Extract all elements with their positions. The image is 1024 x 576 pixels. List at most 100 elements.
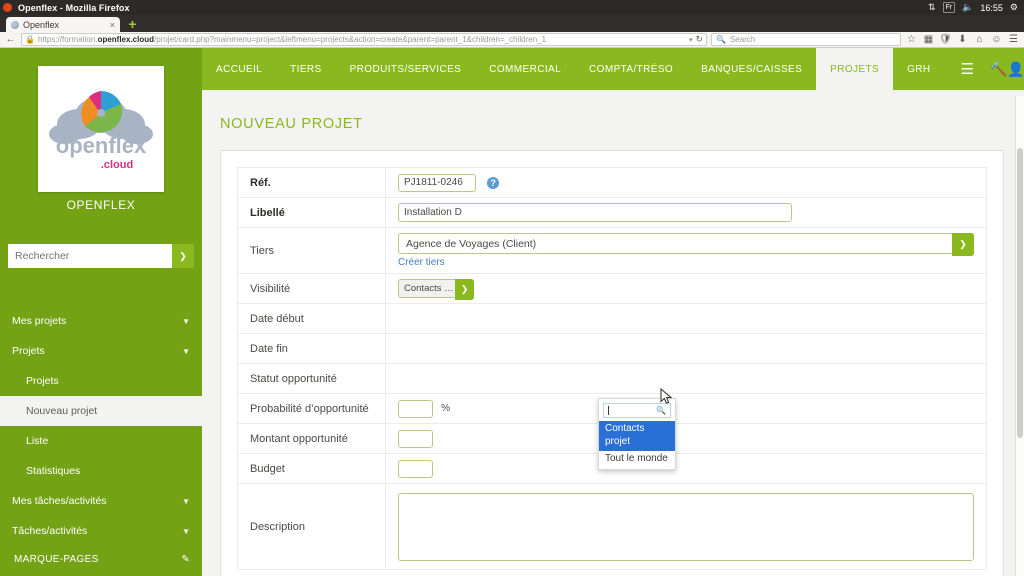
nav-item-banques-caisses[interactable]: BANQUES/CAISSES	[687, 48, 816, 90]
dropdown-option-contacts-projet[interactable]: Contacts projet	[599, 421, 675, 451]
tiers-select[interactable]: Agence de Voyages (Client) ❯	[398, 233, 974, 256]
home-icon[interactable]: ⌂	[973, 33, 986, 46]
nav-item-produits-services[interactable]: PRODUITS/SERVICES	[336, 48, 476, 90]
ref-input[interactable]: PJ1811-0246	[398, 173, 476, 192]
reload-icon[interactable]: ↻	[695, 34, 703, 45]
shield-icon[interactable]: 🛡	[939, 33, 952, 46]
reader-icon[interactable]: ▦	[922, 33, 935, 46]
dropdown-search-input[interactable]: 🔍	[603, 403, 671, 418]
sidebar-item-mes-taches[interactable]: Mes tâches/activités ▼	[0, 486, 202, 516]
sidebar-item-statistiques[interactable]: Statistiques	[0, 456, 202, 486]
close-icon[interactable]: ×	[110, 20, 115, 30]
keyboard-layout-indicator[interactable]: Fr	[942, 2, 956, 13]
nav-item-projets[interactable]: PROJETS	[816, 48, 894, 90]
field-value-statut[interactable]	[385, 363, 987, 394]
tab-title: Openflex	[23, 19, 60, 30]
probabilite-input[interactable]	[398, 399, 433, 418]
chevron-down-icon: ▼	[182, 526, 190, 536]
sidebar-bookmark-item[interactable]: liste facture client	[0, 572, 202, 576]
nav-item-accueil[interactable]: ACCUEIL	[202, 48, 276, 90]
browser-navbar: ← 🔒 https://formation.openflex.cloud/pro…	[0, 32, 1024, 48]
sidebar-item-label: Projets	[26, 375, 59, 387]
chevron-down-icon[interactable]: ❯	[455, 279, 474, 300]
table-row: Réf. PJ1811-0246 ?	[237, 167, 987, 198]
scrollbar-thumb[interactable]	[1017, 148, 1023, 438]
back-icon[interactable]: ←	[4, 33, 17, 46]
bookmarks-header-label: MARQUE-PAGES	[14, 553, 99, 565]
libelle-input[interactable]: Installation D	[398, 203, 792, 222]
budget-input[interactable]	[398, 459, 433, 478]
sidebar-item-liste[interactable]: Liste	[0, 426, 202, 456]
dropdown-option-tout-le-monde[interactable]: Tout le monde	[599, 451, 675, 469]
download-icon[interactable]: ⬇	[956, 33, 969, 46]
nav-item-tiers[interactable]: TIERS	[276, 48, 335, 90]
lock-icon: 🔒	[25, 35, 35, 44]
help-icon[interactable]: ?	[487, 176, 500, 189]
visibilite-select[interactable]: Contacts … ❯	[398, 279, 474, 300]
chevron-down-icon[interactable]: ▾	[689, 36, 693, 44]
chevron-down-icon[interactable]: ❯	[172, 244, 194, 268]
gear-icon[interactable]: ⚙	[1010, 3, 1018, 12]
ubuntu-logo-icon[interactable]	[0, 0, 14, 15]
field-label-description: Description	[237, 483, 386, 570]
sync-icon[interactable]: ☺	[990, 33, 1003, 46]
sidebar-item-label: Projets	[12, 345, 45, 357]
field-value-date-fin[interactable]	[385, 333, 987, 364]
clock[interactable]: 16:55	[980, 3, 1003, 13]
percent-label: %	[441, 403, 450, 414]
field-value-date-debut[interactable]	[385, 303, 987, 334]
field-value-visibilite: Contacts … ❯	[385, 273, 987, 304]
sidebar-item-label: Tâches/activités	[12, 525, 88, 537]
sidebar-item-nouveau-projet[interactable]: Nouveau projet	[0, 396, 202, 426]
svg-text:.cloud: .cloud	[101, 159, 133, 171]
bookmark-star-icon[interactable]: ☆	[905, 33, 918, 46]
field-label-date-debut: Date début	[237, 303, 386, 334]
nav-item-commercial[interactable]: COMMERCIAL	[475, 48, 575, 90]
tiers-select-value: Agence de Voyages (Client)	[406, 237, 537, 250]
sidebar-item-projets[interactable]: Projets	[0, 366, 202, 396]
field-value-libelle: Installation D	[385, 197, 987, 228]
sidebar-search[interactable]: ❯	[8, 244, 194, 268]
menu-icon[interactable]: ☰	[1007, 33, 1020, 46]
creer-tiers-link[interactable]: Créer tiers	[398, 257, 974, 268]
page-title: NOUVEAU PROJET	[220, 116, 363, 132]
page-viewport: openflex .cloud OPENFLEX ❯ Mes projets ▼…	[0, 48, 1024, 576]
description-textarea[interactable]	[398, 492, 974, 561]
nav-item-compta-treso[interactable]: COMPTA/TRÉSO	[575, 48, 687, 90]
table-row: Tiers Agence de Voyages (Client) ❯ Créer…	[237, 227, 987, 274]
sidebar-item-taches[interactable]: Tâches/activités ▼	[0, 516, 202, 546]
chevron-down-icon[interactable]: ❯	[952, 233, 974, 256]
network-icon[interactable]: ⇅	[928, 3, 936, 12]
field-value-probabilite: %	[385, 393, 987, 424]
chevron-down-icon: ▼	[182, 496, 190, 506]
user-icon[interactable]: 👤	[1007, 48, 1024, 90]
montant-input[interactable]	[398, 429, 433, 448]
nav-item-grh[interactable]: GRH	[893, 48, 944, 90]
os-top-panel: Openflex - Mozilla Firefox ⇅ Fr 🔈 16:55 …	[0, 0, 1024, 15]
pencil-icon[interactable]: ✎	[181, 554, 190, 565]
table-row: Libellé Installation D	[237, 197, 987, 228]
table-row: Date fin	[237, 333, 987, 364]
browser-tab[interactable]: Openflex ×	[6, 17, 120, 32]
table-row: Description	[237, 483, 987, 570]
sidebar-item-projets-group[interactable]: Projets ▼	[0, 336, 202, 366]
sidebar-menu: Mes projets ▼ Projets ▼ Projets Nouveau …	[0, 306, 202, 576]
page-scrollbar[interactable]	[1015, 96, 1024, 576]
hamburger-menu-icon[interactable]: ☰	[945, 48, 990, 90]
browser-search-box[interactable]: 🔍 Search	[711, 33, 901, 46]
openflex-logo-icon: openflex .cloud	[49, 91, 153, 171]
openflex-logo[interactable]: openflex .cloud	[38, 66, 164, 192]
new-tab-button[interactable]: +	[126, 17, 139, 31]
visibilite-dropdown[interactable]: 🔍 Contacts projet Tout le monde	[598, 398, 676, 470]
url-bar[interactable]: 🔒 https://formation.openflex.cloud/proje…	[21, 33, 707, 46]
field-label-tiers: Tiers	[237, 227, 386, 274]
top-navigation: ACCUEIL TIERS PRODUITS/SERVICES COMMERCI…	[202, 48, 1024, 90]
tools-icon[interactable]: 🔨	[990, 48, 1007, 90]
sidebar-item-mes-projets[interactable]: Mes projets ▼	[0, 306, 202, 336]
sidebar-company-name: OPENFLEX	[66, 198, 136, 212]
volume-icon[interactable]: 🔈	[962, 3, 973, 12]
sidebar: openflex .cloud OPENFLEX ❯ Mes projets ▼…	[0, 48, 202, 576]
field-value-tiers: Agence de Voyages (Client) ❯ Créer tiers	[385, 227, 987, 274]
sidebar-search-input[interactable]	[8, 244, 172, 268]
sidebar-bookmarks-header: MARQUE-PAGES ✎	[0, 546, 202, 572]
